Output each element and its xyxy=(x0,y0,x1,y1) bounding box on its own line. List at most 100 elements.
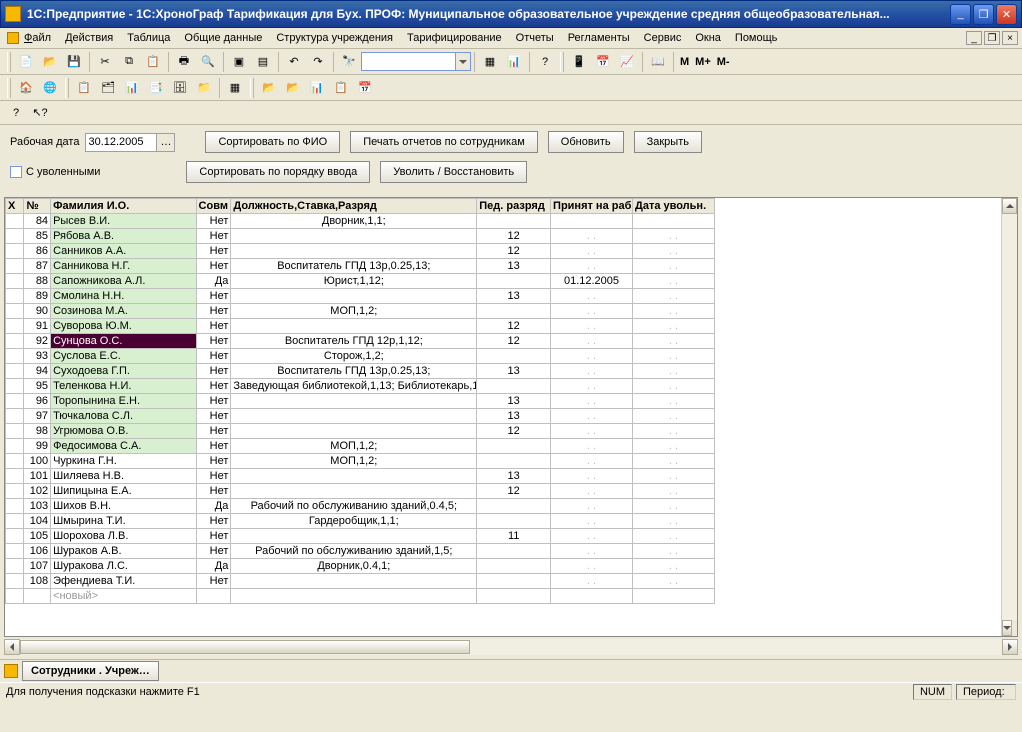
col-header[interactable]: Пед. разряд xyxy=(477,199,551,214)
document-tab[interactable]: Сотрудники . Учреж… xyxy=(22,661,159,681)
system-menu-icon[interactable] xyxy=(5,27,21,49)
ex12-icon[interactable]: 📅 xyxy=(354,77,376,99)
table-row[interactable]: 99Федосимова С.А.НетМОП,1,2;. .. . xyxy=(6,439,715,454)
table-row[interactable]: 89Смолина Н.Н.Нет13. .. . xyxy=(6,289,715,304)
ex9-icon[interactable]: 📂 xyxy=(282,77,304,99)
ex7-icon[interactable]: ▦ xyxy=(224,77,246,99)
ex4-icon[interactable]: 📑 xyxy=(145,77,167,99)
ex10-icon[interactable]: 📊 xyxy=(306,77,328,99)
col-header[interactable]: Дата увольн. xyxy=(632,199,714,214)
table-row[interactable]: 84Рысев В.И.НетДворник,1,1; xyxy=(6,214,715,229)
menu-файл[interactable]: Файл xyxy=(22,30,57,46)
print-icon[interactable]: 🖶 xyxy=(173,51,195,73)
calendar-icon[interactable]: 📅 xyxy=(592,51,614,73)
table-row[interactable]: 102Шипицына Е.А.Нет12. .. . xyxy=(6,484,715,499)
minimize-button[interactable]: _ xyxy=(950,4,971,25)
toggle2-icon[interactable]: ▤ xyxy=(252,51,274,73)
col-header[interactable]: Принят на раб. xyxy=(551,199,633,214)
table-row[interactable]: 107Шуракова Л.С.ДаДворник,0.4,1;. .. . xyxy=(6,559,715,574)
close-doc-button[interactable]: Закрыть xyxy=(634,131,702,153)
table-row[interactable]: 101Шиляева Н.В.Нет13. .. . xyxy=(6,469,715,484)
mem-mminus[interactable]: М- xyxy=(714,56,733,68)
menu-таблица[interactable]: Таблица xyxy=(121,30,176,46)
find-icon[interactable]: 🔭 xyxy=(338,51,360,73)
menu-тарифицирование[interactable]: Тарифицирование xyxy=(401,30,508,46)
ex3-icon[interactable]: 📊 xyxy=(121,77,143,99)
sort-order-button[interactable]: Сортировать по порядку ввода xyxy=(186,161,370,183)
close-button[interactable]: ✕ xyxy=(996,4,1017,25)
ex1-icon[interactable]: 📋 xyxy=(73,77,95,99)
scroll-up-button[interactable] xyxy=(1002,198,1017,214)
table-row[interactable]: 88Сапожникова А.Л.ДаЮрист,1,12;01.12.200… xyxy=(6,274,715,289)
date-input[interactable]: 30.12.2005 xyxy=(85,133,157,152)
redo-icon[interactable]: ↷ xyxy=(307,51,329,73)
mem-m[interactable]: М xyxy=(677,56,692,68)
undo-icon[interactable]: ↶ xyxy=(283,51,305,73)
ex2-icon[interactable]: 🗂 xyxy=(97,77,119,99)
scroll-right-button[interactable] xyxy=(1002,639,1018,655)
col-header[interactable]: Совм xyxy=(196,199,231,214)
help-icon[interactable]: ? xyxy=(534,51,556,73)
table-row[interactable]: 104Шмырина Т.И.НетГардеробщик,1,1;. .. . xyxy=(6,514,715,529)
table-row[interactable]: 93Суслова Е.С.НетСторож,1,2;. .. . xyxy=(6,349,715,364)
table-row[interactable]: 86Санников А.А.Нет12. .. . xyxy=(6,244,715,259)
menu-отчеты[interactable]: Отчеты xyxy=(510,30,560,46)
calc-icon[interactable]: 📱 xyxy=(568,51,590,73)
table-row[interactable]: 108Эфендиева Т.И.Нет. .. . xyxy=(6,574,715,589)
table-row[interactable]: 91Суворова Ю.М.Нет12. .. . xyxy=(6,319,715,334)
globe-icon[interactable]: 🌐 xyxy=(39,77,61,99)
context-help-icon[interactable]: ? xyxy=(5,102,27,124)
home-icon[interactable]: 🏠 xyxy=(15,77,37,99)
table-row[interactable]: 106Шураков А.В.НетРабочий по обслуживани… xyxy=(6,544,715,559)
table-row[interactable]: 103Шихов В.Н.ДаРабочий по обслуживанию з… xyxy=(6,499,715,514)
ex11-icon[interactable]: 📋 xyxy=(330,77,352,99)
menu-помощь[interactable]: Помощь xyxy=(729,30,784,46)
ex5-icon[interactable]: 🗄 xyxy=(169,77,191,99)
scroll-down-button[interactable] xyxy=(1002,620,1012,636)
save-icon[interactable]: 💾 xyxy=(63,51,85,73)
preview-icon[interactable]: 🔍 xyxy=(197,51,219,73)
fire-restore-button[interactable]: Уволить / Восстановить xyxy=(380,161,527,183)
mdi-restore-button[interactable]: ❐ xyxy=(984,31,1000,45)
fired-checkbox[interactable] xyxy=(10,166,22,178)
refresh-button[interactable]: Обновить xyxy=(548,131,624,153)
mdi-close-button[interactable]: × xyxy=(1002,31,1018,45)
table-row[interactable]: 98Угрюмова О.В.Нет12. .. . xyxy=(6,424,715,439)
table-row[interactable]: 90Созинова М.А.НетМОП,1,2;. .. . xyxy=(6,304,715,319)
menu-структура учреждения[interactable]: Структура учреждения xyxy=(270,30,399,46)
paste-icon[interactable]: 📋 xyxy=(142,51,164,73)
menu-сервис[interactable]: Сервис xyxy=(638,30,688,46)
menu-окна[interactable]: Окна xyxy=(689,30,727,46)
ex8-icon[interactable]: 📂 xyxy=(258,77,280,99)
tool1-icon[interactable]: ▦ xyxy=(479,51,501,73)
table-row[interactable]: 94Суходоева Г.П.НетВоспитатель ГПД 13р,0… xyxy=(6,364,715,379)
vertical-scrollbar[interactable] xyxy=(1001,198,1017,636)
table-row[interactable]: 85Рябова А.В.Нет12. .. . xyxy=(6,229,715,244)
toggle1-icon[interactable]: ▣ xyxy=(228,51,250,73)
tool2-icon[interactable]: 📊 xyxy=(503,51,525,73)
employee-table[interactable]: Х№Фамилия И.О.СовмДолжность,Ставка,Разря… xyxy=(4,197,1018,637)
table-row[interactable]: 100Чуркина Г.Н.НетМОП,1,2;. .. . xyxy=(6,454,715,469)
col-header[interactable]: Должность,Ставка,Разряд xyxy=(231,199,477,214)
sort-fio-button[interactable]: Сортировать по ФИО xyxy=(205,131,340,153)
horizontal-scrollbar[interactable] xyxy=(4,639,1018,655)
new-row[interactable]: <новый> xyxy=(6,589,715,604)
menu-общие данные[interactable]: Общие данные xyxy=(178,30,268,46)
table-row[interactable]: 87Санникова Н.Г.НетВоспитатель ГПД 13р,0… xyxy=(6,259,715,274)
find-combo[interactable] xyxy=(361,52,471,71)
col-header[interactable]: Х xyxy=(6,199,24,214)
table-row[interactable]: 95Теленкова Н.И.НетЗаведующая библиотеко… xyxy=(6,379,715,394)
mem-mplus[interactable]: М+ xyxy=(692,56,714,68)
cut-icon[interactable]: ✂ xyxy=(94,51,116,73)
copy-icon[interactable]: ⧉ xyxy=(118,51,140,73)
ex6-icon[interactable]: 📁 xyxy=(193,77,215,99)
maximize-button[interactable]: ❐ xyxy=(973,4,994,25)
print-reports-button[interactable]: Печать отчетов по сотрудникам xyxy=(350,131,538,153)
book-icon[interactable]: 📖 xyxy=(647,51,669,73)
menu-регламенты[interactable]: Регламенты xyxy=(562,30,636,46)
menu-действия[interactable]: Действия xyxy=(59,30,119,46)
open-icon[interactable]: 📂 xyxy=(39,51,61,73)
new-icon[interactable]: 📄 xyxy=(15,51,37,73)
table-row[interactable]: 97Тючкалова С.Л.Нет13. .. . xyxy=(6,409,715,424)
scroll-left-button[interactable] xyxy=(4,639,20,655)
